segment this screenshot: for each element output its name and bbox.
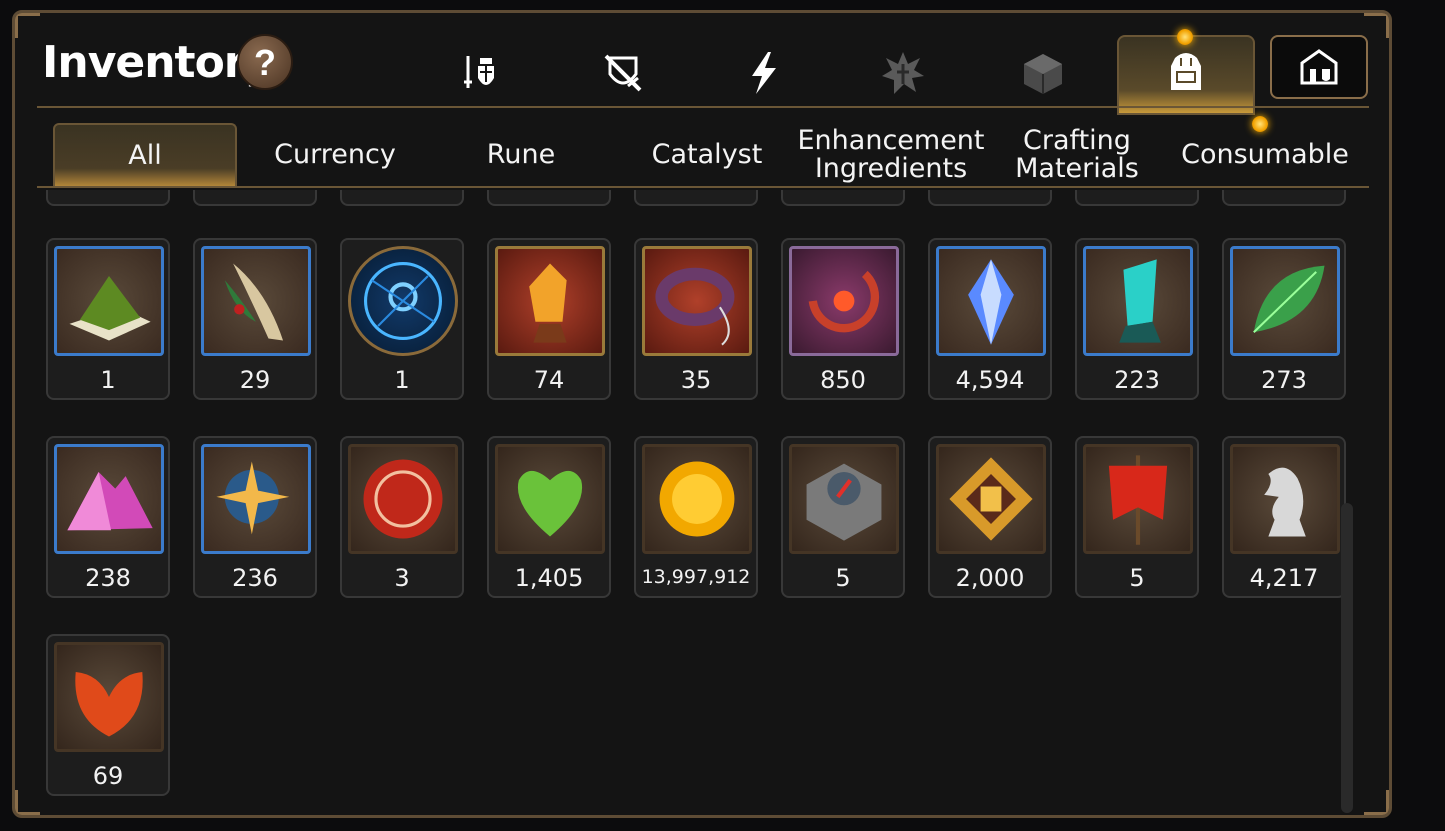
star-amulet-icon — [201, 444, 311, 554]
item-slot[interactable]: 236 — [193, 436, 317, 598]
item-count: 238 — [85, 564, 131, 592]
cube-icon — [1024, 54, 1062, 94]
partial-slot[interactable] — [340, 190, 464, 206]
item-count: 236 — [232, 564, 278, 592]
red-seal-icon — [348, 444, 458, 554]
item-count: 5 — [1129, 564, 1145, 592]
red-flower-ring-icon — [789, 246, 899, 356]
tab-currency[interactable]: Currency — [243, 123, 427, 187]
stone-compass-icon — [789, 444, 899, 554]
item-count: 223 — [1114, 366, 1160, 394]
corner-ornament — [15, 13, 40, 38]
item-grid: 1 29 1 74 35 850 4,594 223 273 238 236 3… — [15, 190, 1389, 810]
herb-root-icon — [201, 246, 311, 356]
backpack-icon — [1171, 53, 1201, 90]
item-slot[interactable]: 74 — [487, 238, 611, 400]
item-slot[interactable]: 850 — [781, 238, 905, 400]
item-slot[interactable]: 1 — [340, 238, 464, 400]
header-divider — [37, 106, 1369, 108]
tab-rune[interactable]: Rune — [429, 123, 613, 187]
tabs-divider — [37, 186, 1369, 188]
shield-swords-icon — [604, 54, 642, 92]
category-shield-icon[interactable] — [593, 43, 653, 103]
partial-slot[interactable] — [781, 190, 905, 206]
teal-crystal-icon — [1083, 246, 1193, 356]
corner-ornament — [1364, 13, 1389, 38]
partial-slot[interactable] — [1222, 190, 1346, 206]
fist-badge-icon — [936, 444, 1046, 554]
partial-slot[interactable] — [193, 190, 317, 206]
rune-burst-icon — [882, 52, 924, 94]
scrollbar[interactable] — [1341, 503, 1353, 813]
item-count: 1 — [394, 366, 410, 394]
item-count: 69 — [92, 762, 124, 790]
tab-catalyst[interactable]: Catalyst — [615, 123, 799, 187]
item-slot[interactable]: 273 — [1222, 238, 1346, 400]
green-heart-icon — [495, 444, 605, 554]
item-count: 1,405 — [514, 564, 584, 592]
item-count: 4,594 — [955, 366, 1025, 394]
notification-dot — [1177, 29, 1193, 45]
category-cube-icon[interactable] — [1013, 43, 1073, 103]
item-slot[interactable]: 4,594 — [928, 238, 1052, 400]
rune-ring-icon — [642, 246, 752, 356]
partial-slot[interactable] — [1075, 190, 1199, 206]
item-slot[interactable]: 5 — [781, 436, 905, 598]
item-count: 2,000 — [955, 564, 1025, 592]
tab-enhancement-ingredients[interactable]: Enhancement Ingredients — [798, 123, 985, 187]
item-slot[interactable]: 223 — [1075, 238, 1199, 400]
item-slot[interactable]: 3 — [340, 436, 464, 598]
green-powder-icon — [54, 246, 164, 356]
item-slot[interactable]: 4,217 — [1222, 436, 1346, 598]
inventory-panel: Inventory ? All Currency Rune Catalyst E… — [12, 10, 1392, 818]
lightning-icon — [752, 52, 776, 94]
red-leaf-icon — [54, 642, 164, 752]
item-count: 5 — [835, 564, 851, 592]
gear-knight-icon — [464, 56, 494, 88]
item-slot[interactable]: 5 — [1075, 436, 1199, 598]
help-button[interactable]: ? — [237, 34, 293, 90]
item-slot[interactable]: 35 — [634, 238, 758, 400]
partial-slot[interactable] — [634, 190, 758, 206]
blue-emblem-icon — [348, 246, 458, 356]
item-slot[interactable]: 1 — [46, 238, 170, 400]
item-slot[interactable]: 69 — [46, 634, 170, 796]
category-gear-icon[interactable] — [453, 43, 513, 103]
item-count: 3 — [394, 564, 410, 592]
blue-gem-icon — [936, 246, 1046, 356]
tab-consumable[interactable]: Consumable — [1173, 123, 1357, 187]
green-leaf-icon — [1230, 246, 1340, 356]
category-lightning-icon[interactable] — [733, 43, 793, 103]
castle-icon — [1300, 49, 1338, 85]
item-count: 13,997,912 — [641, 566, 751, 588]
knight-chess-icon — [1230, 444, 1340, 554]
item-count: 29 — [239, 366, 271, 394]
item-count: 273 — [1261, 366, 1307, 394]
filter-tabs: All Currency Rune Catalyst Enhancement I… — [53, 123, 1383, 187]
home-button[interactable] — [1270, 35, 1368, 99]
item-count: 4,217 — [1249, 564, 1319, 592]
gold-coin-icon — [642, 444, 752, 554]
tab-all[interactable]: All — [53, 123, 237, 187]
partial-slot[interactable] — [928, 190, 1052, 206]
item-slot[interactable]: 1,405 — [487, 436, 611, 598]
item-slot[interactable]: 238 — [46, 436, 170, 598]
war-banner-icon — [1083, 444, 1193, 554]
pink-ore-icon — [54, 444, 164, 554]
item-slot[interactable]: 29 — [193, 238, 317, 400]
item-slot[interactable]: 13,997,912 — [634, 436, 758, 598]
partial-slot[interactable] — [46, 190, 170, 206]
item-slot[interactable]: 2,000 — [928, 436, 1052, 598]
item-count: 74 — [533, 366, 565, 394]
amber-crystal-icon — [495, 246, 605, 356]
category-backpack-icon[interactable] — [1156, 41, 1216, 101]
category-rune-icon[interactable] — [873, 43, 933, 103]
partial-slot[interactable] — [487, 190, 611, 206]
item-count: 35 — [680, 366, 712, 394]
item-count: 850 — [820, 366, 866, 394]
item-count: 1 — [100, 366, 116, 394]
tab-crafting-materials[interactable]: Crafting Materials — [985, 123, 1169, 187]
